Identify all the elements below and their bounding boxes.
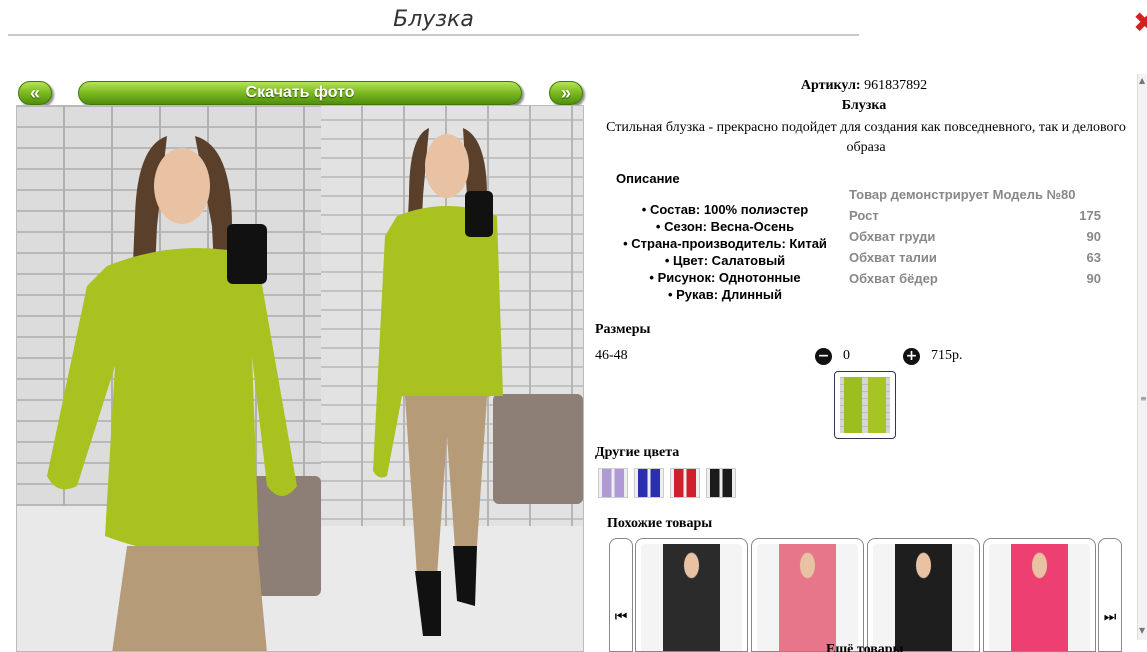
next-photo-button[interactable]: » [549,81,583,105]
model-row: Обхват груди 90 [849,228,1101,249]
selected-photo-thumbnail[interactable] [834,371,896,439]
size-value: 46-48 [595,348,628,363]
minus-circle-icon[interactable]: − [815,348,832,365]
size-row: 46-48 − 0 + 715р. [595,348,995,368]
similar-product-card[interactable] [635,538,748,652]
close-x-icon[interactable]: ✖ [1133,9,1147,37]
page-title: Блузка [8,6,859,36]
similar-product-image [757,544,858,651]
spec-item: Рукав: Длинный [596,286,854,303]
model-row-label: Обхват груди [849,229,936,244]
prev-photo-button[interactable]: « [18,81,52,105]
sizes-title: Размеры [595,322,651,337]
similar-product-card[interactable] [983,538,1096,652]
article-line: Артикул: 961837892 [590,78,1138,94]
model-row-value: 90 [1086,229,1101,244]
similar-product-image [989,544,1090,651]
scrollbar[interactable]: ▲ ≡ ▼ [1137,74,1147,640]
model-row-label: Рост [849,208,879,223]
specs-title: Описание [616,171,680,186]
model-row-value: 63 [1086,250,1101,265]
product-photo [16,105,584,652]
model-figures [47,128,503,651]
color-swatch-black[interactable] [706,468,736,498]
spec-item: Сезон: Весна-Осень [596,218,854,235]
scroll-up-icon[interactable]: ▲ [1139,76,1145,85]
color-swatches [598,468,736,498]
article-label: Артикул: [800,78,861,93]
more-products-link[interactable]: Ещё товары [826,642,904,652]
color-swatch-red[interactable] [670,468,700,498]
model-row: Рост 175 [849,207,1101,228]
quantity-value: 0 [843,348,850,363]
similar-product-image [641,544,742,651]
skip-next-icon[interactable]: ⏭ [1098,538,1122,652]
thumbnail-image [840,377,890,433]
similar-products-carousel: ⏮ ⏭ [609,538,1122,652]
plus-circle-icon[interactable]: + [903,348,920,365]
color-swatch-lilac[interactable] [598,468,628,498]
other-colors-title: Другие цвета [595,445,680,460]
model-row-label: Обхват талии [849,250,937,265]
model-row-value: 175 [1079,208,1101,223]
similar-product-card[interactable] [751,538,864,652]
spec-item: Страна-производитель: Китай [596,235,854,252]
scroll-down-icon[interactable]: ▼ [1139,626,1145,635]
similar-products-title: Похожие товары [607,516,713,531]
price-value: 715р. [931,348,963,363]
model-row-label: Обхват бёдер [849,271,938,286]
specs-list: Состав: 100% полиэстер Сезон: Весна-Осен… [596,201,854,303]
model-row-value: 90 [1086,271,1101,286]
product-name: Блузка [841,98,887,113]
color-swatch-blue[interactable] [634,468,664,498]
spec-item: Рисунок: Однотонные [596,269,854,286]
similar-product-card[interactable] [867,538,980,652]
download-photo-button[interactable]: Скачать фото [78,81,522,105]
model-measurements: Товар демонстрирует Модель №80 Рост 175 О… [849,186,1101,291]
model-row: Обхват талии 63 [849,249,1101,270]
scroll-grip-icon[interactable]: ≡ [1140,394,1147,403]
model-heading-text: Товар демонстрирует Модель №80 [849,187,1076,202]
similar-product-image [873,544,974,651]
article-value: 961837892 [864,78,928,93]
spec-item: Цвет: Салатовый [596,252,854,269]
spec-item: Состав: 100% полиэстер [596,201,854,218]
skip-prev-icon[interactable]: ⏮ [609,538,633,652]
model-row: Обхват бёдер 90 [849,270,1101,291]
product-description: Стильная блузка - прекрасно подойдет для… [606,120,1126,155]
model-heading: Товар демонстрирует Модель №80 [849,186,1101,207]
